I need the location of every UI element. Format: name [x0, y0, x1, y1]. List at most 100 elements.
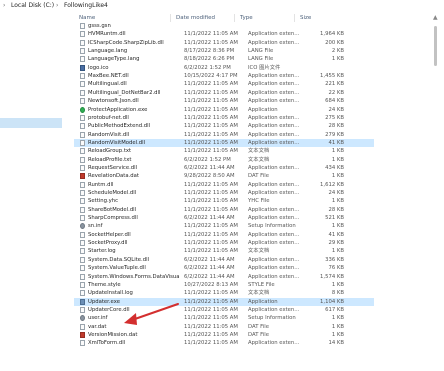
dll-icon [80, 306, 85, 313]
file-row[interactable]: RevelationData.dat 9/28/2022 8:50 AM DAT F… [74, 172, 374, 180]
file-date: 8/17/2022 8:36 PM [184, 48, 235, 55]
scroll-thumb[interactable] [434, 26, 437, 66]
file-name: user.inf [88, 315, 108, 322]
file-row[interactable]: SocketProxy.dll 11/1/2022 11:05 AM Applica… [74, 239, 374, 247]
file-name: Theme.style [88, 281, 121, 288]
vertical-scrollbar[interactable]: ▲ [432, 12, 440, 371]
file-row[interactable]: MaxBee.NET.dll 10/15/2022 4:17 PM Applicat… [74, 72, 374, 80]
file-icon [80, 290, 85, 297]
file-type: Application exten... [248, 265, 300, 272]
dll-icon [80, 340, 85, 347]
file-type: Application exten... [248, 31, 300, 38]
file-row[interactable]: LanguageType.lang 8/18/2022 6:26 PM LANG F… [74, 55, 374, 63]
breadcrumb-drive[interactable]: Local Disk (C:) [11, 0, 54, 12]
dll-icon [80, 98, 85, 105]
file-row[interactable]: Multilingual_DotNetBar2.dll 11/1/2022 11:… [74, 89, 374, 97]
file-name: RequestService.dll [88, 164, 138, 171]
file-size: 1,455 KB [320, 73, 344, 80]
breadcrumb-folder[interactable]: FollowingLike4 [64, 0, 108, 12]
file-date: 11/1/2022 11:05 AM [184, 131, 238, 138]
file-row[interactable]: UpdateInstall.log 11/1/2022 11:05 AM 文本文档 8… [74, 289, 374, 297]
file-row[interactable]: ShareBotModel.dll 11/1/2022 11:05 AM Appli… [74, 206, 374, 214]
column-divider[interactable] [170, 14, 171, 22]
file-size: 76 KB [328, 265, 344, 272]
file-row[interactable]: SocketHelper.dll 11/1/2022 11:05 AM Applic… [74, 231, 374, 239]
file-size: 1 KB [331, 173, 344, 180]
file-row[interactable]: ICSharpCode.SharpZipLib.dll 11/1/2022 11:… [74, 39, 374, 47]
file-row[interactable]: HVMRuntm.dll 11/1/2022 11:05 AM Applicatio… [74, 30, 374, 38]
file-date: 11/1/2022 11:05 AM [184, 340, 238, 347]
file-row[interactable]: System.ValueTuple.dll 6/2/2022 11:44 AM Ap… [74, 264, 374, 272]
file-name: XmlToForm.dll [88, 340, 126, 347]
file-row[interactable]: PublicMethodExtend.dll 11/1/2022 11:05 AM… [74, 122, 374, 130]
file-date: 6/2/2022 1:52 PM [184, 64, 231, 71]
file-row[interactable]: VersionMission.dat 11/1/2022 11:05 AM DAT … [74, 331, 374, 339]
column-divider[interactable] [234, 14, 235, 22]
file-row[interactable]: ReloadGroup.txt 11/1/2022 11:05 AM 文本文档 1 K… [74, 147, 374, 155]
file-row[interactable]: sn.inf 11/1/2022 11:05 AM Setup Informatio… [74, 222, 374, 230]
file-type: STYLE File [248, 281, 275, 288]
file-type: Application exten... [248, 89, 300, 96]
file-date: 9/28/2022 8:50 AM [184, 173, 235, 180]
file-row[interactable]: RandomVisit.dll 11/1/2022 11:05 AM Applica… [74, 131, 374, 139]
file-row[interactable]: XmlToForm.dll 11/1/2022 11:05 AM Applicati… [74, 339, 374, 347]
file-size: 24 KB [328, 106, 344, 113]
file-row[interactable]: ProtectApplication.exe 11/1/2022 11:05 AM… [74, 106, 374, 114]
file-name: Multilingual.dll [88, 81, 127, 88]
file-row[interactable]: ReloadProfile.txt 6/2/2022 1:52 PM 文本文档 1 K… [74, 156, 374, 164]
file-size: 221 KB [325, 81, 344, 88]
chevron-right-icon[interactable]: › [3, 0, 5, 12]
file-icon [80, 48, 85, 55]
file-row[interactable]: System.Windows.Forms.DataVisualizatio...… [74, 273, 374, 281]
file-name: Newtonsoft.Json.dll [88, 98, 139, 105]
file-icon [80, 281, 85, 288]
file-name: ICSharpCode.SharpZipLib.dll [88, 39, 164, 46]
file-name: protobuf-net.dll [88, 114, 129, 121]
file-date: 6/2/2022 11:44 AM [184, 215, 235, 222]
column-divider[interactable] [294, 14, 295, 22]
file-row[interactable]: Language.lang 8/17/2022 8:36 PM LANG File 2… [74, 47, 374, 55]
navigation-selected-item[interactable] [0, 118, 62, 128]
file-row[interactable]: logo.ico 6/2/2022 1:52 PM ICO 图片文件 [74, 64, 374, 72]
file-size: 24 KB [328, 190, 344, 196]
file-type: Setup Information [248, 223, 296, 230]
file-row[interactable]: Starter.log 11/1/2022 11:05 AM 文本文档 1 KB [74, 247, 374, 255]
file-size: 1 KB [331, 223, 344, 230]
file-date: 11/1/2022 11:05 AM [184, 106, 238, 113]
file-size: 28 KB [328, 123, 344, 130]
file-row[interactable]: gsss.gsn [74, 22, 374, 30]
file-row[interactable]: Setting.yhc 11/1/2022 11:05 AM YHC File 1 K… [74, 197, 374, 205]
file-row[interactable]: UpdaterCore.dll 11/1/2022 11:05 AM Applica… [74, 306, 374, 314]
file-row[interactable]: var.dat 11/1/2022 11:05 AM DAT File 1 KB [74, 323, 374, 331]
dll-icon [80, 181, 85, 188]
dll-icon [80, 206, 85, 213]
file-row[interactable]: System.Data.SQLite.dll 6/2/2022 11:44 AM A… [74, 256, 374, 264]
gear-icon [80, 315, 85, 322]
file-date: 11/1/2022 11:05 AM [184, 206, 238, 213]
scroll-up-arrow-icon[interactable]: ▲ [433, 14, 438, 21]
file-name: ScheduleModel.dll [88, 190, 137, 196]
file-size: 275 KB [325, 114, 344, 121]
file-row[interactable]: Updater.exe 11/1/2022 11:05 AM Application… [74, 297, 374, 306]
file-type: Application exten... [248, 131, 300, 138]
dll-icon [80, 114, 85, 121]
file-type: LANG File [248, 48, 274, 55]
file-row[interactable]: SharpCompress.dll 6/2/2022 11:44 AM Applic… [74, 214, 374, 222]
file-size: 29 KB [328, 240, 344, 247]
red-icon [80, 331, 85, 338]
file-row[interactable]: Theme.style 10/27/2022 8:13 AM STYLE File 1… [74, 281, 374, 289]
file-row[interactable]: RequestService.dll 6/2/2022 11:44 AM Appli… [74, 164, 374, 172]
file-row[interactable]: Newtonsoft.Json.dll 11/1/2022 11:05 AM App… [74, 97, 374, 105]
file-date: 11/1/2022 11:05 AM [184, 323, 238, 330]
file-row[interactable]: RandomVisitModel.dll 11/1/2022 11:05 AM Ap… [74, 138, 374, 148]
chevron-right-icon[interactable]: › [56, 0, 58, 12]
file-row[interactable]: ScheduleModel.dll 11/1/2022 11:05 AM Appli… [74, 189, 374, 197]
file-size: 1,612 KB [320, 181, 344, 188]
file-row[interactable]: user.inf 11/1/2022 11:05 AM Setup Informat… [74, 314, 374, 322]
dll-icon [80, 240, 85, 247]
dll-icon [80, 164, 85, 171]
file-row[interactable]: Multilingual.dll 11/1/2022 11:05 AM Applic… [74, 80, 374, 88]
file-row[interactable]: Runtm.dll 11/1/2022 11:05 AM Application e… [74, 181, 374, 189]
file-row[interactable]: protobuf-net.dll 11/1/2022 11:05 AM Applic… [74, 114, 374, 122]
file-type: Application exten... [248, 256, 300, 263]
